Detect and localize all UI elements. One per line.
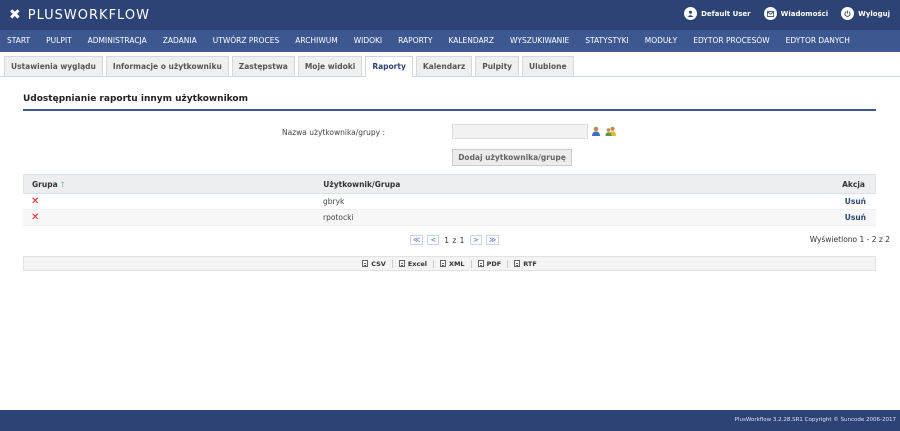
export-label: Excel	[407, 259, 427, 268]
tab-raporty[interactable]: Raporty	[365, 56, 413, 77]
settings-tabs: Ustawienia wyglądu Informacje o użytkown…	[0, 56, 900, 77]
tab-ustawienia-wygladu[interactable]: Ustawienia wyglądu	[4, 56, 103, 76]
prev-page-button[interactable]: <	[427, 235, 440, 245]
logout-label: Wyloguj	[858, 9, 890, 18]
document-icon	[439, 260, 446, 267]
top-header: ✖ PLUSWORKFLOW Default User Wiadomości W…	[0, 0, 900, 30]
nav-edytor-danych[interactable]: EDYTOR DANYCH	[778, 30, 858, 52]
cell-action: Usuń	[833, 197, 876, 206]
export-csv-button[interactable]: CSV	[356, 260, 392, 268]
tab-kalendarz[interactable]: Kalendarz	[415, 56, 473, 76]
export-label: RTF	[523, 259, 537, 268]
export-toolbar: CSV Excel XML PDF RTF	[23, 256, 876, 271]
tab-informacje-o-uzytkowniku[interactable]: Informacje o użytkowniku	[105, 56, 229, 76]
nav-wyszukiwanie[interactable]: WYSZUKIWANIE	[502, 30, 577, 52]
mail-icon	[763, 7, 777, 20]
tab-moje-widoki[interactable]: Moje widoki	[297, 56, 363, 76]
export-pdf-button[interactable]: PDF	[470, 259, 508, 268]
nav-pulpit[interactable]: PULPIT	[38, 30, 80, 52]
first-page-button[interactable]: ≪	[410, 235, 424, 245]
messages-button[interactable]: Wiadomości	[763, 7, 829, 20]
last-page-button[interactable]: ≫	[485, 235, 500, 245]
cell-action: Usuń	[833, 213, 876, 222]
top-actions: Default User Wiadomości Wyloguj	[671, 7, 890, 20]
tab-ulubione[interactable]: Ulubione	[522, 56, 574, 76]
column-header-group-label: Grupa	[32, 179, 58, 189]
main-nav: START PULPIT ADMINISTRACJA ZADANIA UTWÓR…	[0, 30, 900, 52]
logo-text: PLUSWORKFLOW	[27, 7, 150, 23]
pagination-info: Wyświetlono 1 - 2 z 2	[809, 235, 890, 244]
user-menu-button[interactable]: Default User	[684, 7, 751, 20]
delete-icon[interactable]: ✕	[31, 196, 39, 207]
document-icon	[398, 260, 405, 267]
nav-statystyki[interactable]: STATYSTYKI	[577, 30, 637, 52]
app-logo[interactable]: ✖ PLUSWORKFLOW	[9, 7, 150, 23]
document-icon	[362, 260, 369, 267]
nav-moduly[interactable]: MODUŁY	[637, 30, 685, 52]
power-icon	[841, 7, 855, 20]
page-footer: PlusWorkflow 3.2.28.SR1 Copyright © Sunc…	[0, 410, 900, 431]
cell-group: ✕	[23, 212, 323, 223]
nav-archiwum[interactable]: ARCHIWUM	[287, 30, 345, 52]
remove-link[interactable]: Usuń	[845, 213, 866, 222]
user-name: Default User	[701, 9, 751, 18]
add-user-group-button[interactable]: Dodaj użytkownika/grupę	[452, 149, 572, 166]
export-xml-button[interactable]: XML	[432, 259, 471, 268]
page-indicator: 1 z 1	[444, 235, 465, 245]
export-label: XML	[448, 259, 465, 268]
next-page-button[interactable]: >	[469, 235, 482, 245]
select-user-icon[interactable]	[591, 126, 601, 136]
tab-pulpity[interactable]: Pulpity	[475, 56, 520, 76]
nav-start[interactable]: START	[0, 30, 38, 52]
select-group-icon[interactable]	[605, 126, 617, 136]
sort-arrow-icon: ↑	[59, 179, 66, 189]
table-row: ✕ rpotocki Usuń	[23, 210, 876, 226]
table-row: ✕ gbryk Usuń	[23, 194, 876, 210]
delete-icon[interactable]: ✕	[31, 212, 39, 223]
cell-user: gbryk	[323, 197, 345, 206]
logo-x-icon: ✖	[9, 7, 22, 23]
user-icon	[684, 7, 698, 20]
nav-zadania[interactable]: ZADANIA	[155, 30, 205, 52]
user-group-input[interactable]	[452, 124, 588, 139]
column-header-group[interactable]: Grupa ↑	[24, 180, 323, 189]
user-group-label: Nazwa użytkownika/grupy :	[282, 128, 386, 137]
title-divider	[23, 109, 876, 111]
document-icon	[514, 260, 521, 267]
nav-edytor-procesow[interactable]: EDYTOR PROCESÓW	[685, 30, 777, 52]
shares-table: Grupa ↑ Użytkownik/Grupa Akcja ✕ gbryk Us…	[23, 174, 876, 226]
tab-zastepstwa[interactable]: Zastępstwa	[231, 56, 295, 76]
nav-raporty[interactable]: RAPORTY	[390, 30, 440, 52]
table-header: Grupa ↑ Użytkownik/Grupa Akcja	[23, 174, 876, 194]
logout-button[interactable]: Wyloguj	[841, 7, 890, 20]
page-title: Udostępnianie raportu innym użytkownikom	[23, 94, 248, 104]
nav-widoki[interactable]: WIDOKI	[346, 30, 390, 52]
messages-label: Wiadomości	[780, 9, 829, 18]
nav-kalendarz[interactable]: KALENDARZ	[440, 30, 502, 52]
cell-group: ✕	[23, 196, 323, 207]
nav-utworz-proces[interactable]: UTWÓRZ PROCES	[205, 30, 288, 52]
nav-administracja[interactable]: ADMINISTRACJA	[80, 30, 155, 52]
document-icon	[477, 260, 484, 267]
column-header-action: Akcja	[842, 179, 865, 189]
remove-link[interactable]: Usuń	[845, 197, 866, 206]
export-excel-button[interactable]: Excel	[391, 259, 433, 268]
copyright-text: PlusWorkflow 3.2.28.SR1 Copyright © Sunc…	[734, 417, 896, 423]
cell-user: rpotocki	[323, 213, 354, 222]
export-rtf-button[interactable]: RTF	[507, 259, 543, 268]
column-header-user[interactable]: Użytkownik/Grupa	[323, 180, 832, 189]
export-label: PDF	[486, 259, 502, 268]
export-label: CSV	[371, 259, 386, 268]
pagination: ≪ < 1 z 1 > ≫	[408, 235, 501, 245]
